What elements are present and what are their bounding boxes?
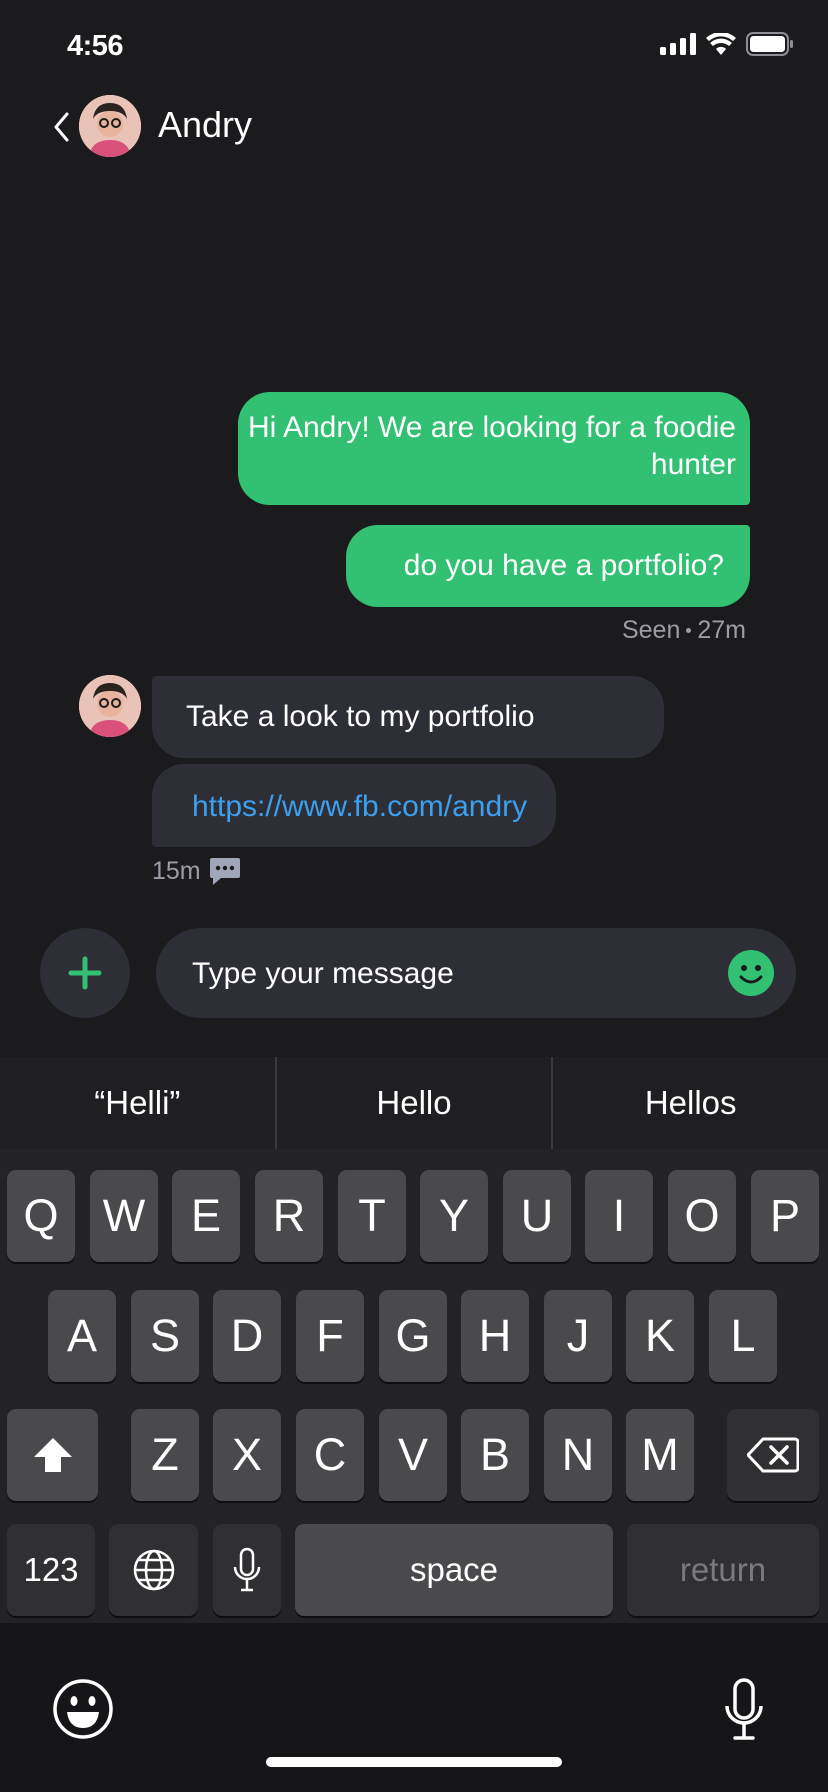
home-indicator[interactable] xyxy=(266,1757,562,1767)
key-u[interactable]: U xyxy=(503,1170,571,1262)
key-b[interactable]: B xyxy=(461,1409,529,1501)
contact-name[interactable]: Andry xyxy=(158,104,252,146)
portfolio-link[interactable]: https://www.fb.com/andry xyxy=(192,790,527,823)
key-d[interactable]: D xyxy=(213,1290,281,1382)
battery-icon xyxy=(746,32,793,56)
key-q[interactable]: Q xyxy=(7,1170,75,1262)
key-a[interactable]: A xyxy=(48,1290,116,1382)
space-key[interactable]: space xyxy=(295,1524,613,1616)
predictive-suggestions: “Helli” Hello Hellos xyxy=(0,1057,828,1149)
key-s[interactable]: S xyxy=(131,1290,199,1382)
key-v[interactable]: V xyxy=(379,1409,447,1501)
key-j[interactable]: J xyxy=(544,1290,612,1382)
key-n[interactable]: N xyxy=(544,1409,612,1501)
back-button[interactable] xyxy=(44,104,78,150)
outgoing-message[interactable]: do you have a portfolio? xyxy=(346,525,750,607)
key-y[interactable]: Y xyxy=(420,1170,488,1262)
separator-dot xyxy=(686,628,692,633)
key-x[interactable]: X xyxy=(213,1409,281,1501)
key-t[interactable]: T xyxy=(338,1170,406,1262)
key-m[interactable]: M xyxy=(626,1409,694,1501)
status-icons xyxy=(660,32,794,56)
suggestion-3[interactable]: Hellos xyxy=(553,1057,828,1149)
incoming-link-message[interactable]: https://www.fb.com/andry xyxy=(152,764,556,847)
key-w[interactable]: W xyxy=(90,1170,158,1262)
message-field[interactable] xyxy=(156,928,796,1020)
message-input[interactable] xyxy=(190,928,714,1020)
keyboard: Q W E R T Y U I O P A S D F G H J K L Z … xyxy=(0,1149,828,1623)
seen-time: 27m xyxy=(697,616,746,644)
shift-icon xyxy=(33,1438,72,1472)
key-k[interactable]: K xyxy=(626,1290,694,1382)
microphone-icon xyxy=(233,1547,261,1592)
key-p[interactable]: P xyxy=(751,1170,819,1262)
status-time: 4:56 xyxy=(67,30,124,62)
delete-icon xyxy=(747,1437,799,1473)
key-o[interactable]: O xyxy=(668,1170,736,1262)
chat-icon xyxy=(209,858,240,885)
incoming-meta: 15m xyxy=(152,856,241,886)
seen-label: Seen xyxy=(621,616,681,644)
keyboard-dictation-button[interactable] xyxy=(724,1678,764,1742)
key-g[interactable]: G xyxy=(379,1290,447,1382)
globe-icon xyxy=(133,1549,174,1591)
suggestion-1[interactable]: “Helli” xyxy=(0,1057,275,1149)
key-c[interactable]: C xyxy=(296,1409,364,1501)
key-e[interactable]: E xyxy=(172,1170,240,1262)
wifi-icon xyxy=(706,33,736,55)
incoming-time: 15m xyxy=(152,856,201,885)
signal-icon xyxy=(660,33,696,55)
plus-icon xyxy=(68,956,102,990)
back-chevron-icon xyxy=(54,112,69,142)
incoming-message[interactable]: Take a look to my portfolio xyxy=(152,676,664,758)
emoji-button[interactable] xyxy=(728,950,774,996)
suggestion-2[interactable]: Hello xyxy=(277,1057,552,1149)
dictation-key[interactable] xyxy=(213,1524,281,1616)
key-l[interactable]: L xyxy=(709,1290,777,1382)
globe-key[interactable] xyxy=(109,1524,198,1616)
add-attachment-button[interactable] xyxy=(40,928,130,1018)
return-key[interactable]: return xyxy=(627,1524,819,1616)
key-h[interactable]: H xyxy=(461,1290,529,1382)
key-i[interactable]: I xyxy=(585,1170,653,1262)
sender-avatar[interactable] xyxy=(79,675,141,737)
avatar[interactable] xyxy=(79,95,141,157)
smiley-icon xyxy=(728,950,774,996)
key-f[interactable]: F xyxy=(296,1290,364,1382)
delete-key[interactable] xyxy=(727,1409,819,1501)
seen-status: Seen 27m xyxy=(622,616,746,645)
key-r[interactable]: R xyxy=(255,1170,323,1262)
outgoing-message[interactable]: Hi Andry! We are looking for a foodie hu… xyxy=(238,392,750,505)
numbers-key[interactable]: 123 xyxy=(7,1524,95,1616)
keyboard-emoji-button[interactable] xyxy=(52,1678,114,1740)
smiley-icon xyxy=(53,1679,113,1739)
key-z[interactable]: Z xyxy=(131,1409,199,1501)
microphone-icon xyxy=(725,1678,763,1740)
shift-key[interactable] xyxy=(7,1409,98,1501)
